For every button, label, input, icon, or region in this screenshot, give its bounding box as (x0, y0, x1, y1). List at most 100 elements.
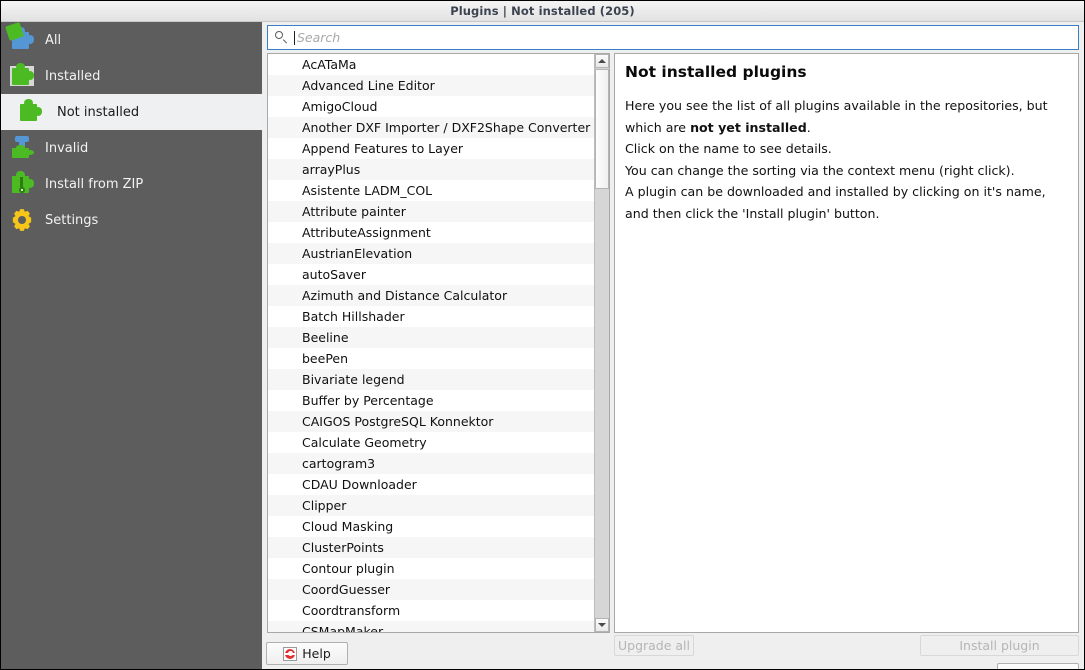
scroll-up-button[interactable] (595, 54, 609, 68)
plugin-name: beePen (302, 351, 348, 366)
sidebar-item-settings[interactable]: Settings (1, 202, 262, 238)
plugin-list-item[interactable]: AttributeAssignment (268, 222, 594, 243)
puzzle-green-icon (282, 163, 295, 176)
main-pane: Search AcATaMa Advanced Line Editor AmigoC… (262, 22, 1084, 670)
close-button[interactable]: Close (997, 663, 1079, 670)
plugin-list-item[interactable]: arrayPlus (268, 159, 594, 180)
sidebar-item-install-from-zip[interactable]: Install from ZIP (1, 166, 262, 202)
plugin-name: Append Features to Layer (302, 141, 463, 156)
plugin-list-item[interactable]: Azimuth and Distance Calculator (268, 285, 594, 306)
plugin-list-item[interactable]: Advanced Line Editor (268, 75, 594, 96)
detail-paragraph-4: A plugin can be downloaded and installed… (625, 181, 1066, 224)
plugin-list-item[interactable]: AmigoCloud (268, 96, 594, 117)
detail-paragraph-1: Here you see the list of all plugins ava… (625, 95, 1066, 138)
scrollbar-thumb[interactable] (595, 69, 609, 189)
help-icon (283, 647, 297, 661)
plugin-name: ClusterPoints (302, 540, 384, 555)
sidebar: All Installed Not installed Invalid Install … (1, 22, 262, 670)
puzzle-green-icon (282, 79, 295, 92)
plugin-name: Another DXF Importer / DXF2Shape Convert… (302, 120, 590, 135)
plugin-list-item[interactable]: Cloud Masking (268, 516, 594, 537)
plugin-name: Advanced Line Editor (302, 78, 435, 93)
plugin-list-item[interactable]: Clipper (268, 495, 594, 516)
puzzle-green-icon (282, 436, 295, 449)
upgrade-all-button[interactable]: Upgrade all (614, 635, 694, 656)
plugin-list-scrollbar[interactable] (594, 54, 609, 632)
search-input[interactable]: Search (267, 25, 1079, 50)
plugin-list-item[interactable]: Buffer by Percentage (268, 390, 594, 411)
puzzle-invalid-icon (9, 135, 35, 161)
puzzle-green-icon (282, 583, 295, 596)
puzzle-green-icon (282, 331, 295, 344)
plugin-list-item[interactable]: CSMapMaker (268, 621, 594, 632)
sidebar-item-all[interactable]: All (1, 22, 262, 58)
plugin-name: AttributeAssignment (302, 225, 431, 240)
plugin-list-item[interactable]: autoSaver (268, 264, 594, 285)
detail-paragraph-3: You can change the sorting via the conte… (625, 160, 1066, 182)
plugin-list-item[interactable]: AcATaMa (268, 54, 594, 75)
plugin-name: Coordtransform (302, 603, 400, 618)
help-label: Help (302, 646, 331, 661)
title-bar: Plugins | Not installed (205) (1, 1, 1084, 22)
plugin-name: Bivariate legend (302, 372, 405, 387)
puzzle-green-icon (282, 373, 295, 386)
plugin-list-item[interactable]: Bivariate legend (268, 369, 594, 390)
plugin-list-item[interactable]: CDAU Downloader (268, 474, 594, 495)
plugin-name: arrayPlus (302, 162, 360, 177)
plugin-name: Contour plugin (302, 561, 395, 576)
plugins-dialog: Plugins | Not installed (205) All Install… (0, 0, 1085, 670)
plugin-list-item[interactable]: CAIGOS PostgreSQL Konnektor (268, 411, 594, 432)
puzzle-green-icon (17, 99, 43, 125)
puzzle-green-icon (282, 310, 295, 323)
plugin-list-item[interactable]: Coordtransform (268, 600, 594, 621)
plugin-list-item[interactable]: cartogram3 (268, 453, 594, 474)
plugin-name: Buffer by Percentage (302, 393, 434, 408)
sidebar-item-installed[interactable]: Installed (1, 58, 262, 94)
plugin-name: Cloud Masking (302, 519, 393, 534)
help-button[interactable]: Help (266, 642, 348, 665)
plugin-list-item[interactable]: CoordGuesser (268, 579, 594, 600)
plugin-name: AustrianElevation (302, 246, 412, 261)
plugin-list-item[interactable]: ClusterPoints (268, 537, 594, 558)
plugin-list[interactable]: AcATaMa Advanced Line Editor AmigoCloud Ano… (267, 53, 610, 633)
sidebar-item-not-installed[interactable]: Not installed (1, 94, 262, 130)
puzzle-green-icon (282, 394, 295, 407)
puzzle-green-icon (282, 184, 295, 197)
plugin-list-item[interactable]: Calculate Geometry (268, 432, 594, 453)
plugin-name: Clipper (302, 498, 346, 513)
puzzle-green-icon (282, 100, 295, 113)
puzzle-green-icon (282, 562, 295, 575)
plugin-list-item[interactable]: Attribute painter (268, 201, 594, 222)
plugin-list-item[interactable]: Append Features to Layer (268, 138, 594, 159)
detail-heading: Not installed plugins (625, 64, 1066, 81)
plugin-list-item[interactable]: Contour plugin (268, 558, 594, 579)
puzzle-green-icon (282, 457, 295, 470)
plugin-name: AcATaMa (302, 57, 356, 72)
plugin-list-item[interactable]: Another DXF Importer / DXF2Shape Convert… (268, 117, 594, 138)
plugin-list-item[interactable]: Batch Hillshader (268, 306, 594, 327)
detail-text-a: Here you see the list of all plugins ava… (625, 98, 1048, 135)
puzzle-green-icon (282, 142, 295, 155)
sidebar-item-label: Install from ZIP (45, 178, 143, 191)
sidebar-item-label: All (45, 34, 61, 47)
plugin-list-item[interactable]: AustrianElevation (268, 243, 594, 264)
plugin-list-item[interactable]: beePen (268, 348, 594, 369)
detail-text-c: . (807, 120, 811, 135)
puzzle-green-icon (282, 268, 295, 281)
plugin-list-item[interactable]: Beeline (268, 327, 594, 348)
plugin-name: CSMapMaker (302, 624, 383, 632)
plugin-name: Azimuth and Distance Calculator (302, 288, 507, 303)
puzzle-blue-green-icon (9, 27, 35, 53)
plugin-list-item[interactable]: Asistente LADM_COL (268, 180, 594, 201)
scroll-down-button[interactable] (595, 618, 609, 632)
puzzle-green-icon (282, 58, 295, 71)
plugin-name: AmigoCloud (302, 99, 378, 114)
puzzle-installed-icon (9, 63, 35, 89)
plugin-name: CDAU Downloader (302, 477, 417, 492)
sidebar-item-invalid[interactable]: Invalid (1, 130, 262, 166)
plugin-list-rows: AcATaMa Advanced Line Editor AmigoCloud Ano… (268, 54, 594, 632)
plugin-name: Calculate Geometry (302, 435, 427, 450)
detail-panel: Not installed plugins Here you see the l… (614, 53, 1079, 633)
sidebar-item-label: Not installed (57, 106, 139, 119)
install-plugin-button[interactable]: Install plugin (920, 635, 1079, 656)
